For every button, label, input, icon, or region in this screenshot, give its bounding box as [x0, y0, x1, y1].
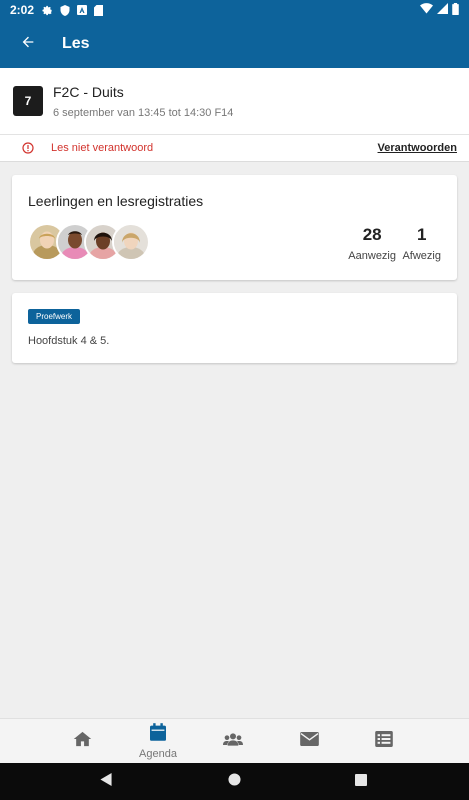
signal-icon — [437, 3, 448, 17]
system-recents-button[interactable] — [341, 763, 381, 800]
lesson-title: F2C - Duits — [53, 83, 124, 100]
wifi-icon — [420, 3, 433, 17]
people-icon — [223, 732, 243, 751]
student-avatars — [28, 223, 150, 261]
system-back-button[interactable] — [86, 763, 126, 800]
circle-home-icon — [227, 772, 241, 791]
shield-icon — [59, 4, 70, 16]
lesson-time-location: 6 september van 13:45 tot 14:30 F14 — [53, 106, 234, 119]
square-recents-icon — [355, 773, 367, 791]
envelope-icon — [299, 732, 319, 751]
status-time: 2:02 — [10, 3, 35, 17]
settings-gear-icon — [42, 5, 53, 16]
alert-circle-icon — [22, 142, 34, 154]
absent-stat: 1 Afwezig — [402, 225, 441, 262]
app-bar: Les — [0, 20, 469, 68]
verantwoorden-button[interactable]: Verantwoorden — [378, 142, 457, 154]
nav-messages[interactable] — [279, 719, 339, 764]
home-icon — [73, 731, 92, 752]
lesson-alert: Les niet verantwoord Verantwoorden — [0, 134, 469, 162]
avatar — [112, 223, 150, 261]
bottom-navigation: Agenda — [0, 718, 469, 763]
back-button[interactable] — [0, 20, 56, 68]
status-bar: 2:02 — [0, 0, 469, 20]
lesson-info: F2C - Duits 6 september van 13:45 tot 14… — [53, 84, 233, 119]
system-navigation-bar — [0, 763, 469, 800]
nav-agenda[interactable]: Agenda — [128, 719, 188, 764]
students-registrations-card[interactable]: Leerlingen en lesregistraties 28 Aanwezi… — [12, 175, 457, 280]
present-label: Aanwezig — [348, 250, 396, 262]
test-card: Proefwerk Hoofdstuk 4 & 5. — [12, 293, 457, 363]
nav-home[interactable] — [52, 719, 112, 764]
arrow-back-icon — [20, 34, 36, 55]
triangle-back-icon — [100, 772, 112, 791]
period-badge: 7 — [13, 86, 43, 116]
lesson-header: 7 F2C - Duits 6 september van 13:45 tot … — [0, 68, 469, 134]
present-stat: 28 Aanwezig — [348, 225, 396, 262]
test-type-badge: Proefwerk — [28, 309, 81, 324]
alert-text: Les niet verantwoord — [51, 142, 154, 154]
page-title: Les — [62, 35, 90, 52]
nav-agenda-label: Agenda — [139, 748, 177, 760]
list-icon — [375, 731, 393, 752]
present-count: 28 — [362, 225, 382, 244]
nav-groups[interactable] — [203, 719, 263, 764]
nav-list[interactable] — [354, 719, 414, 764]
students-card-title: Leerlingen en lesregistraties — [28, 193, 204, 209]
calendar-icon — [150, 723, 166, 746]
absent-label: Afwezig — [402, 250, 441, 262]
test-description: Hoofdstuk 4 & 5. — [28, 335, 110, 347]
battery-icon — [452, 2, 459, 18]
font-icon — [76, 5, 87, 16]
system-home-button[interactable] — [214, 763, 254, 800]
absent-count: 1 — [417, 225, 427, 244]
sd-card-icon — [93, 4, 104, 16]
